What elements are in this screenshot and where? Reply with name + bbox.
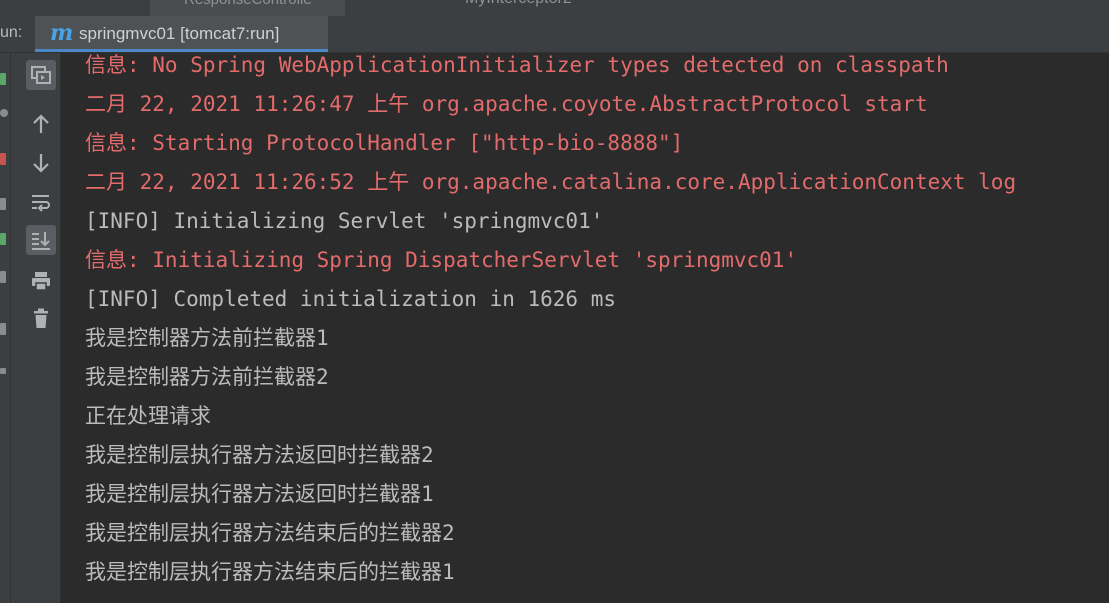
gutter-tool-icon[interactable] <box>0 198 6 210</box>
editor-tab-label: ResponseControlle <box>184 0 312 8</box>
console-line: 信息: No Spring WebApplicationInitializer … <box>85 53 949 77</box>
console-line: 二月 22, 2021 11:26:52 上午 org.apache.catal… <box>85 170 1017 194</box>
console-output[interactable]: 信息: No Spring WebApplicationInitializer … <box>61 53 1109 603</box>
console-line: [INFO] Initializing Servlet 'springmvc01… <box>85 209 604 233</box>
stop-icon[interactable] <box>0 153 6 165</box>
restore-layout-icon[interactable] <box>26 60 56 90</box>
console-line: 信息: Starting ProtocolHandler ["http-bio-… <box>85 131 684 155</box>
pause-icon[interactable] <box>0 109 8 117</box>
console-line: 我是控制层执行器方法结束后的拦截器1 <box>85 560 455 584</box>
console-line: 我是控制器方法前拦截器2 <box>85 365 329 389</box>
gutter-tool-icon[interactable] <box>0 323 6 335</box>
run-config-tab-label: springmvc01 [tomcat7:run] <box>79 24 280 43</box>
print-icon[interactable] <box>26 266 56 296</box>
console-line: 正在处理请求 <box>85 404 211 428</box>
gutter-tool-icon[interactable] <box>0 233 6 245</box>
console-line: 我是控制器方法前拦截器1 <box>85 326 329 350</box>
console-toolbar <box>11 53 61 603</box>
run-tab-bar: un: m springmvc01 [tomcat7:run] <box>0 16 1109 53</box>
editor-tab-strip: ResponseControlle MyInterceptor2 <box>0 0 1109 16</box>
arrow-up-icon[interactable] <box>26 109 56 139</box>
console-line: 信息: Initializing Spring DispatcherServle… <box>85 248 798 272</box>
gutter-tool-icon[interactable] <box>0 271 6 283</box>
arrow-down-icon[interactable] <box>26 148 56 178</box>
soft-wrap-icon[interactable] <box>26 187 56 217</box>
trash-icon[interactable] <box>26 303 56 333</box>
run-panel-label: un: <box>0 24 23 41</box>
scroll-to-end-icon[interactable] <box>26 225 56 255</box>
console-line: 二月 22, 2021 11:26:47 上午 org.apache.coyot… <box>85 92 928 116</box>
console-line: [INFO] Completed initialization in 1626 … <box>85 287 617 311</box>
console-line: 我是控制层执行器方法返回时拦截器2 <box>85 443 434 467</box>
run-config-tab[interactable]: m springmvc01 [tomcat7:run] <box>35 16 328 52</box>
console-line: 我是控制层执行器方法返回时拦截器1 <box>85 482 434 506</box>
left-gutter <box>0 53 11 603</box>
maven-m-icon: m <box>50 20 74 46</box>
window-title: MyInterceptor2 <box>465 0 572 8</box>
console-line: 我是控制层执行器方法结束后的拦截器2 <box>85 521 455 545</box>
gutter-tool-icon[interactable] <box>0 368 6 374</box>
editor-tab[interactable]: ResponseControlle <box>150 0 345 16</box>
rerun-icon[interactable] <box>0 73 6 85</box>
